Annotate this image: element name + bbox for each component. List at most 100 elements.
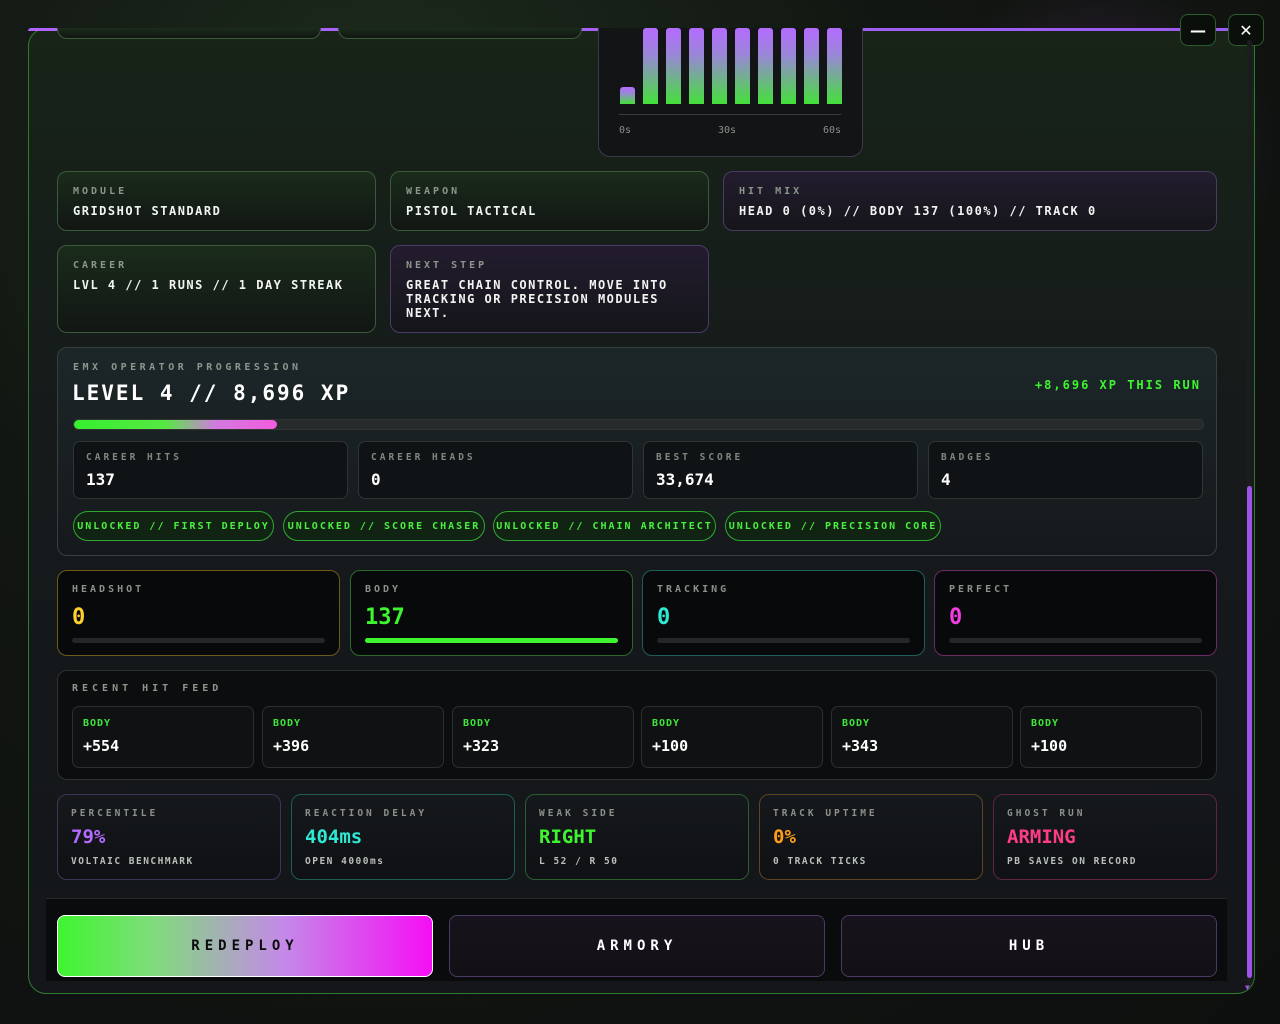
metric-sub: 0 TRACK TICKS — [773, 856, 867, 867]
feed-item: BODY +100 — [641, 706, 823, 768]
recent-hit-feed: RECENT HIT FEED BODY +554 BODY +396 BODY… — [57, 670, 1217, 780]
feed-label: RECENT HIT FEED — [72, 683, 223, 694]
timeline-bar — [620, 87, 635, 104]
metric-label: REACTION DELAY — [305, 808, 428, 819]
metric-reaction-delay: REACTION DELAY 404ms OPEN 4000ms — [291, 794, 515, 880]
scrollbar-thumb[interactable] — [1247, 486, 1252, 978]
progression-label: EMX OPERATOR PROGRESSION — [73, 362, 302, 373]
xp-progress-bar — [73, 419, 1204, 430]
clipped-card-right — [338, 28, 582, 39]
weapon-card: WEAPON PISTOL TACTICAL — [390, 171, 709, 231]
stat-value: 33,674 — [656, 470, 714, 489]
metric-label: TRACK UPTIME — [773, 808, 878, 819]
metric-sub: PB SAVES ON RECORD — [1007, 856, 1137, 867]
weapon-value: PISTOL TACTICAL — [406, 204, 537, 218]
stat-value: 4 — [941, 470, 951, 489]
feed-item: BODY +323 — [452, 706, 634, 768]
feed-type: BODY — [1031, 718, 1060, 729]
armory-button[interactable]: ARMORY — [449, 915, 825, 977]
feed-points: +323 — [463, 737, 500, 755]
level-title: LEVEL 4 // 8,696 XP — [72, 381, 351, 405]
hit-value: 0 — [72, 605, 86, 630]
timeline-tick-60: 60s — [823, 125, 842, 136]
badge-score-chaser: UNLOCKED // SCORE CHASER — [283, 511, 485, 541]
metric-label: WEAK SIDE — [539, 808, 618, 819]
metric-percentile: PERCENTILE 79% VOLTAIC BENCHMARK — [57, 794, 281, 880]
timeline-bar — [689, 28, 704, 104]
feed-item: BODY +343 — [831, 706, 1013, 768]
metric-value: 79% — [71, 826, 106, 848]
hit-bar — [657, 638, 910, 643]
hit-label: BODY — [365, 584, 402, 595]
timeline-bar — [643, 28, 658, 104]
badge-first-deploy: UNLOCKED // FIRST DEPLOY — [73, 511, 274, 541]
career-label: CAREER — [73, 260, 128, 271]
timeline-tick-0: 0s — [619, 125, 632, 136]
metric-sub: VOLTAIC BENCHMARK — [71, 856, 194, 867]
hit-value: 0 — [657, 605, 671, 630]
hit-label: PERFECT — [949, 584, 1013, 595]
stat-badges: BADGES 4 — [928, 441, 1203, 499]
badge-precision-core: UNLOCKED // PRECISION CORE — [725, 511, 941, 541]
metric-value: RIGHT — [539, 826, 597, 848]
feed-type: BODY — [273, 718, 302, 729]
stat-label: CAREER HEADS — [371, 452, 476, 463]
metric-sub: L 52 / R 50 — [539, 856, 619, 867]
timeline-bar — [781, 28, 796, 104]
timeline-bar — [827, 28, 842, 104]
metric-value: 0% — [773, 826, 796, 848]
hit-mix-value: HEAD 0 (0%) // BODY 137 (100%) // TRACK … — [739, 204, 1097, 218]
hit-label: TRACKING — [657, 584, 730, 595]
module-value: GRIDSHOT STANDARD — [73, 204, 222, 218]
metric-ghost-run: GHOST RUN ARMING PB SAVES ON RECORD — [993, 794, 1217, 880]
metric-label: GHOST RUN — [1007, 808, 1086, 819]
hit-value: 0 — [949, 605, 963, 630]
timeline-tick-30: 30s — [718, 125, 737, 136]
feed-points: +343 — [842, 737, 879, 755]
stat-value: 0 — [371, 470, 381, 489]
weapon-label: WEAPON — [406, 186, 461, 197]
metric-sub: OPEN 4000ms — [305, 856, 385, 867]
scroll-down-arrow-icon[interactable]: ▼ — [1245, 983, 1250, 992]
close-button[interactable]: ✕ — [1228, 14, 1264, 46]
career-value: LVL 4 // 1 RUNS // 1 DAY STREAK — [73, 278, 344, 292]
feed-type: BODY — [463, 718, 492, 729]
hit-bar — [949, 638, 1202, 643]
hit-value: 137 — [365, 605, 405, 630]
timeline-bar — [735, 28, 750, 104]
clipped-card-left — [57, 28, 321, 39]
feed-item: BODY +100 — [1020, 706, 1202, 768]
next-step-card: NEXT STEP GREAT CHAIN CONTROL. MOVE INTO… — [390, 245, 709, 333]
metric-label: PERCENTILE — [71, 808, 159, 819]
feed-points: +100 — [1031, 737, 1068, 755]
hub-button[interactable]: HUB — [841, 915, 1217, 977]
stat-label: CAREER HITS — [86, 452, 182, 463]
hit-label: HEADSHOT — [72, 584, 145, 595]
module-label: MODULE — [73, 186, 128, 197]
feed-points: +100 — [652, 737, 689, 755]
hit-mix-card: HIT MIX HEAD 0 (0%) // BODY 137 (100%) /… — [723, 171, 1217, 231]
hit-bar-fill — [365, 638, 618, 643]
feed-item: BODY +554 — [72, 706, 254, 768]
timeline-bar — [666, 28, 681, 104]
metric-track-uptime: TRACK UPTIME 0% 0 TRACK TICKS — [759, 794, 983, 880]
hit-mix-label: HIT MIX — [739, 186, 803, 197]
stat-value: 137 — [86, 470, 115, 489]
metric-value: 404ms — [305, 826, 363, 848]
hit-bar — [72, 638, 325, 643]
operator-progression: EMX OPERATOR PROGRESSION LEVEL 4 // 8,69… — [57, 347, 1217, 556]
redeploy-button[interactable]: REDEPLOY — [57, 915, 433, 977]
minimize-button[interactable]: — — [1180, 14, 1216, 46]
next-step-label: NEXT STEP — [406, 260, 488, 271]
feed-type: BODY — [83, 718, 112, 729]
stat-label: BEST SCORE — [656, 452, 744, 463]
stat-career-heads: CAREER HEADS 0 — [358, 441, 633, 499]
feed-type: BODY — [652, 718, 681, 729]
timeline-axis — [619, 114, 841, 115]
hit-card-headshot: HEADSHOT 0 — [57, 570, 340, 656]
metric-value: ARMING — [1007, 826, 1076, 848]
hit-bar — [365, 638, 618, 643]
feed-type: BODY — [842, 718, 871, 729]
feed-item: BODY +396 — [262, 706, 444, 768]
timeline-bar — [758, 28, 773, 104]
